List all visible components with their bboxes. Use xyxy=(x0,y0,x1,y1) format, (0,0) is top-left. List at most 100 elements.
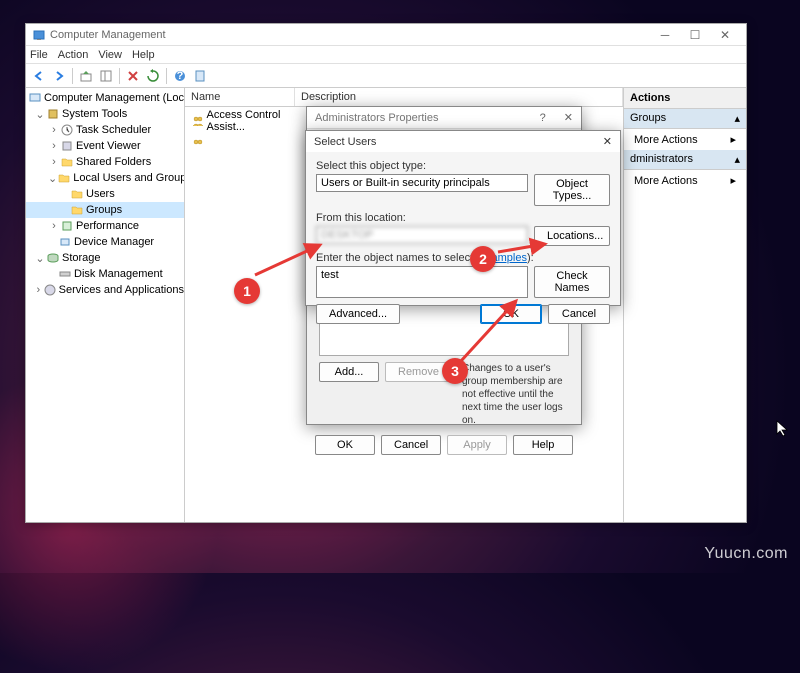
column-description[interactable]: Description xyxy=(295,88,623,106)
show-hide-button[interactable] xyxy=(97,67,115,85)
location-label: From this location: xyxy=(316,212,610,224)
dialog-titlebar: Administrators Properties ? ✕ xyxy=(307,107,581,129)
more-actions-1[interactable]: More Actions▸ xyxy=(624,129,746,150)
locations-button[interactable]: Locations... xyxy=(534,226,610,246)
tree-groups[interactable]: Groups xyxy=(26,202,184,218)
tree-storage[interactable]: ⌄ Storage xyxy=(26,250,184,266)
navigation-tree[interactable]: Computer Management (Local ⌄ System Tool… xyxy=(26,88,185,522)
expand-icon[interactable]: › xyxy=(48,124,60,136)
close-button[interactable]: ✕ xyxy=(710,25,740,45)
users-groups-icon xyxy=(57,171,71,185)
location-field: DESKTOP xyxy=(316,226,528,244)
tree-device-manager[interactable]: Device Manager xyxy=(26,234,184,250)
ok-button[interactable]: OK xyxy=(315,435,375,455)
menu-view[interactable]: View xyxy=(98,49,122,61)
up-button[interactable] xyxy=(77,67,95,85)
dialog-title: Administrators Properties xyxy=(315,112,439,124)
maximize-button[interactable]: ☐ xyxy=(680,25,710,45)
tree-performance[interactable]: › Performance xyxy=(26,218,184,234)
menu-action[interactable]: Action xyxy=(58,49,89,61)
select-users-dialog: Select Users ✕ Select this object type: … xyxy=(305,130,621,306)
expand-icon[interactable]: › xyxy=(48,156,60,168)
computer-icon xyxy=(28,91,42,105)
tree-services-apps[interactable]: › Services and Applications xyxy=(26,282,184,298)
object-type-field: Users or Built-in security principals xyxy=(316,174,528,192)
menubar: File Action View Help xyxy=(26,46,746,64)
toolbar: ? xyxy=(26,64,746,88)
folder-icon xyxy=(70,203,84,217)
object-names-input[interactable]: test xyxy=(316,266,528,298)
menu-help[interactable]: Help xyxy=(132,49,155,61)
cancel-button[interactable]: Cancel xyxy=(548,304,610,324)
expand-icon[interactable]: › xyxy=(34,284,43,296)
forward-button[interactable] xyxy=(50,67,68,85)
tree-local-users-groups[interactable]: ⌄ Local Users and Groups xyxy=(26,170,184,186)
object-types-button[interactable]: Object Types... xyxy=(534,174,610,206)
list-header: Name Description xyxy=(185,88,623,107)
storage-icon xyxy=(46,251,60,265)
remove-button: Remove xyxy=(385,362,452,382)
disk-icon xyxy=(58,267,72,281)
collapse-icon: ▴ xyxy=(734,153,740,166)
help-icon[interactable]: ? xyxy=(540,112,546,124)
event-icon xyxy=(60,139,74,153)
expand-icon[interactable]: › xyxy=(48,220,60,232)
refresh-button[interactable] xyxy=(144,67,162,85)
help-button[interactable]: Help xyxy=(513,435,573,455)
device-icon xyxy=(58,235,72,249)
menu-file[interactable]: File xyxy=(30,49,48,61)
group-icon xyxy=(191,137,205,151)
group-icon xyxy=(191,114,203,128)
close-icon[interactable]: ✕ xyxy=(564,111,573,124)
tree-event-viewer[interactable]: › Event Viewer xyxy=(26,138,184,154)
clock-icon xyxy=(60,123,74,137)
object-type-label: Select this object type: xyxy=(316,160,610,172)
expand-icon[interactable]: ⌄ xyxy=(34,252,46,265)
folder-icon xyxy=(60,155,74,169)
minimize-button[interactable]: ─ xyxy=(650,25,680,45)
performance-icon xyxy=(60,219,74,233)
check-names-button[interactable]: Check Names xyxy=(534,266,610,298)
cancel-button[interactable]: Cancel xyxy=(381,435,441,455)
folder-icon xyxy=(70,187,84,201)
window-title: Computer Management xyxy=(50,29,650,41)
more-actions-2[interactable]: More Actions▸ xyxy=(624,170,746,191)
examples-link[interactable]: examples xyxy=(480,252,527,264)
back-button[interactable] xyxy=(30,67,48,85)
add-button[interactable]: Add... xyxy=(319,362,379,382)
membership-note: Changes to a user's group membership are… xyxy=(462,362,569,427)
column-name[interactable]: Name xyxy=(185,88,295,106)
chevron-right-icon: ▸ xyxy=(730,174,736,187)
titlebar: Computer Management ─ ☐ ✕ xyxy=(26,24,746,46)
advanced-button[interactable]: Advanced... xyxy=(316,304,400,324)
mouse-cursor xyxy=(776,420,790,438)
tree-disk-management[interactable]: Disk Management xyxy=(26,266,184,282)
collapse-icon: ▴ xyxy=(734,112,740,125)
tree-system-tools[interactable]: ⌄ System Tools xyxy=(26,106,184,122)
app-icon xyxy=(32,28,46,42)
services-icon xyxy=(43,283,57,297)
expand-icon[interactable]: ⌄ xyxy=(48,172,57,185)
actions-group-admins[interactable]: dministrators▴ xyxy=(624,150,746,170)
expand-icon[interactable]: › xyxy=(48,140,60,152)
watermark: Yuucn.com xyxy=(704,545,788,563)
help-button[interactable]: ? xyxy=(171,67,189,85)
tree-shared-folders[interactable]: › Shared Folders xyxy=(26,154,184,170)
delete-button[interactable] xyxy=(124,67,142,85)
actions-panel: Actions Groups▴ More Actions▸ dministrat… xyxy=(623,88,746,522)
expand-icon[interactable]: ⌄ xyxy=(34,108,46,121)
ok-button[interactable]: OK xyxy=(480,304,542,324)
svg-text:?: ? xyxy=(177,70,184,82)
apply-button: Apply xyxy=(447,435,507,455)
dialog-title: Select Users xyxy=(314,136,603,148)
tree-root[interactable]: Computer Management (Local xyxy=(26,90,184,106)
tree-users[interactable]: Users xyxy=(26,186,184,202)
actions-header: Actions xyxy=(624,88,746,109)
close-icon[interactable]: ✕ xyxy=(603,135,612,148)
object-names-label: Enter the object names to select (exampl… xyxy=(316,252,610,264)
tools-icon xyxy=(46,107,60,121)
tree-task-scheduler[interactable]: › Task Scheduler xyxy=(26,122,184,138)
dialog-titlebar: Select Users ✕ xyxy=(306,131,620,152)
actions-group-groups[interactable]: Groups▴ xyxy=(624,109,746,129)
properties-button[interactable] xyxy=(191,67,209,85)
